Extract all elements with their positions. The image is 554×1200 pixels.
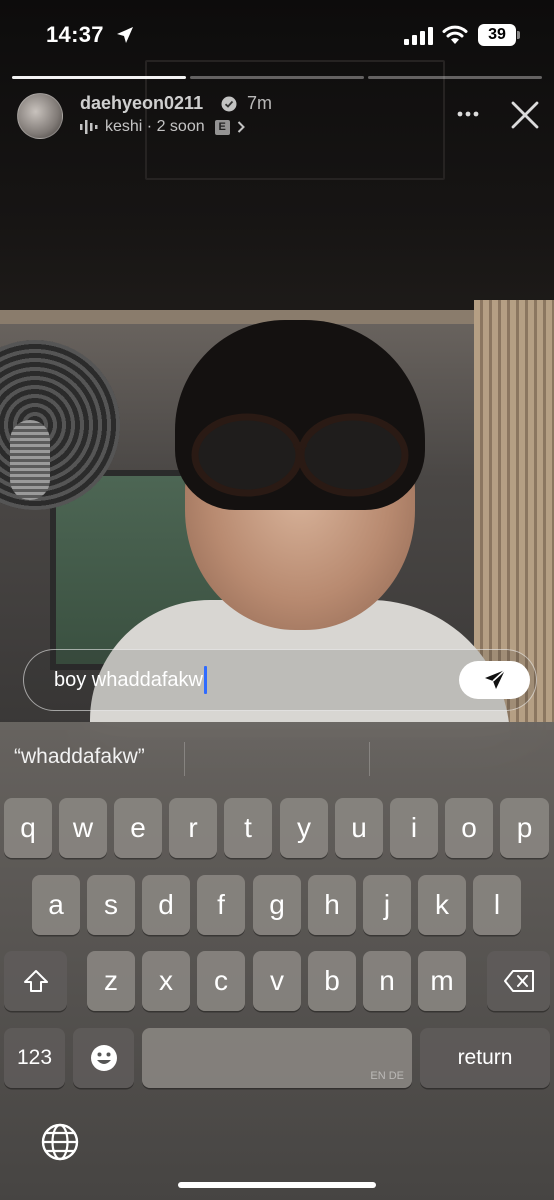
status-bar: 14:37 39 <box>0 0 554 70</box>
key-t[interactable]: t <box>224 798 272 858</box>
key-q[interactable]: q <box>4 798 52 858</box>
send-button[interactable] <box>459 661 530 699</box>
story-age: 7m <box>247 93 273 113</box>
story-progress-segment <box>12 76 186 79</box>
key-l[interactable]: l <box>473 875 521 935</box>
key-i[interactable]: i <box>390 798 438 858</box>
home-indicator[interactable] <box>178 1182 376 1188</box>
key-f[interactable]: f <box>197 875 245 935</box>
music-label: keshi · 2 soon <box>105 118 205 135</box>
send-icon <box>484 669 506 689</box>
music-attribution[interactable]: keshi · 2 soon E <box>80 117 245 137</box>
story-progress-segment <box>368 76 542 79</box>
key-o[interactable]: o <box>445 798 493 858</box>
key-n[interactable]: n <box>363 951 411 1011</box>
backspace-icon <box>503 970 534 992</box>
backspace-key[interactable] <box>487 951 550 1011</box>
shift-key[interactable] <box>4 951 67 1011</box>
key-z[interactable]: z <box>87 951 135 1011</box>
key-d[interactable]: d <box>142 875 190 935</box>
key-r[interactable]: r <box>169 798 217 858</box>
emoji-icon <box>90 1045 117 1071</box>
keyboard: “whaddafakw” q w e r t y u i o p a s d f… <box>0 722 554 1200</box>
emoji-key[interactable] <box>73 1028 134 1088</box>
key-s[interactable]: s <box>87 875 135 935</box>
suggestion-item[interactable]: “whaddafakw” <box>14 745 145 769</box>
verified-badge-icon <box>221 96 237 112</box>
key-k[interactable]: k <box>418 875 466 935</box>
explicit-badge: E <box>214 119 230 135</box>
suggestion-bar: “whaddafakw” <box>0 722 554 792</box>
battery-indicator: 39 <box>478 24 516 46</box>
shift-icon <box>23 970 48 992</box>
key-y[interactable]: y <box>280 798 328 858</box>
numbers-key[interactable]: 123 <box>4 1028 65 1088</box>
suggestion-divider <box>184 742 185 776</box>
reply-input-text[interactable]: boy whaddafakw <box>54 669 203 692</box>
globe-icon[interactable] <box>40 1122 80 1162</box>
key-e[interactable]: e <box>114 798 162 858</box>
story-progress <box>12 76 542 80</box>
audio-bars-icon <box>80 120 98 134</box>
wifi-icon <box>442 25 468 44</box>
key-g[interactable]: g <box>253 875 301 935</box>
key-h[interactable]: h <box>308 875 356 935</box>
reply-input[interactable]: boy whaddafakw <box>23 649 537 711</box>
key-v[interactable]: v <box>253 951 301 1011</box>
cellular-signal-icon <box>404 27 433 45</box>
key-m[interactable]: m <box>418 951 466 1011</box>
suggestion-divider <box>369 742 370 776</box>
text-caret <box>204 666 207 694</box>
close-icon[interactable] <box>510 100 540 130</box>
space-key[interactable]: EN DE <box>142 1028 412 1088</box>
battery-tip <box>517 31 520 39</box>
key-b[interactable]: b <box>308 951 356 1011</box>
space-language-label: EN DE <box>370 1070 404 1082</box>
photo-microphone <box>10 420 50 500</box>
key-x[interactable]: x <box>142 951 190 1011</box>
key-j[interactable]: j <box>363 875 411 935</box>
key-w[interactable]: w <box>59 798 107 858</box>
status-time: 14:37 <box>46 22 104 47</box>
more-options-icon[interactable] <box>456 104 480 124</box>
key-c[interactable]: c <box>197 951 245 1011</box>
avatar[interactable] <box>17 93 63 139</box>
return-key[interactable]: return <box>420 1028 550 1088</box>
story-username[interactable]: daehyeon0211 <box>80 93 203 114</box>
photo-glasses <box>191 413 409 497</box>
key-a[interactable]: a <box>32 875 80 935</box>
key-p[interactable]: p <box>500 798 549 858</box>
location-arrow-icon <box>117 27 133 43</box>
chevron-right-icon <box>237 121 245 133</box>
story-progress-segment <box>190 76 364 79</box>
key-u[interactable]: u <box>335 798 383 858</box>
